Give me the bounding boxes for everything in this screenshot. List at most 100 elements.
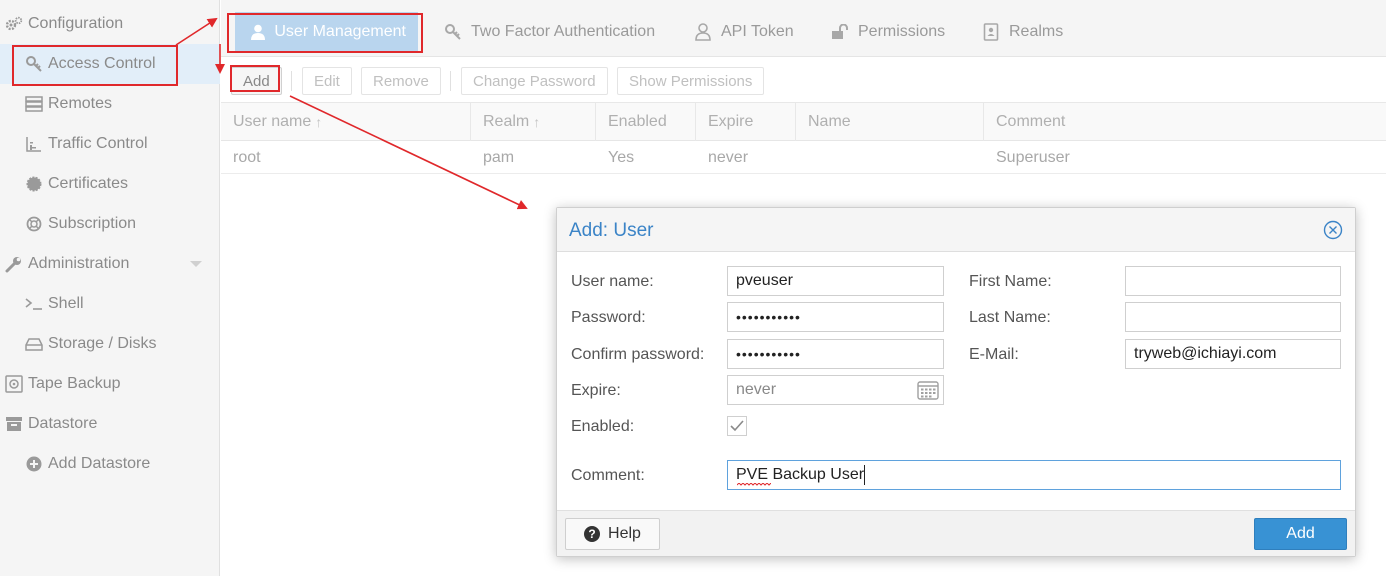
email-label: E-Mail: [969, 346, 1019, 363]
chevron-down-icon[interactable] [190, 261, 202, 267]
add-user-dialog: Add: User User name: pveuser Password: •… [556, 207, 1356, 557]
server-icon [24, 94, 44, 114]
sidebar-item-label: Remotes [48, 95, 113, 112]
spellcheck-underline [737, 483, 771, 486]
sidebar-item-configuration[interactable]: Configuration [0, 4, 220, 44]
enabled-checkbox[interactable] [727, 416, 747, 436]
change-password-button[interactable]: Change Password [461, 67, 608, 95]
add-button[interactable]: Add [231, 67, 282, 95]
sidebar-item-shell[interactable]: Shell [0, 284, 220, 324]
key-icon [443, 22, 463, 42]
tab-api-token[interactable]: API Token [693, 12, 794, 52]
tab-label: User Management [274, 23, 406, 40]
sidebar-item-label: Subscription [48, 215, 137, 232]
plus-circle-icon [24, 454, 44, 474]
sort-arrow-icon: ↑ [315, 114, 323, 130]
sidebar-item-access-control[interactable]: Access Control [0, 44, 220, 84]
sidebar-item-datastore[interactable]: Datastore [0, 404, 220, 444]
cell-expire: never [708, 148, 749, 166]
password-field[interactable]: ••••••••••• [727, 302, 944, 332]
show-permissions-button[interactable]: Show Permissions [617, 67, 765, 95]
dialog-footer: ? Help Add [557, 510, 1355, 556]
email-field[interactable]: tryweb@ichiayi.com [1125, 339, 1341, 369]
wrench-icon [4, 254, 24, 274]
column-header-expire[interactable]: Expire [696, 103, 796, 141]
toolbar: Add Edit Remove Change Password Show Per… [221, 57, 1386, 103]
remove-button[interactable]: Remove [361, 67, 441, 95]
column-header-comment[interactable]: Comment [984, 103, 1386, 141]
sidebar-item-label: Access Control [48, 55, 156, 72]
last-name-label: Last Name: [969, 309, 1051, 326]
column-header-name[interactable]: Name [796, 103, 984, 141]
sidebar-item-label: Configuration [28, 15, 124, 32]
tab-label: Two Factor Authentication [471, 23, 656, 40]
tab-label: API Token [721, 23, 794, 40]
expire-field[interactable]: never [727, 375, 944, 405]
toolbar-separator [450, 71, 451, 91]
tab-permissions[interactable]: Permissions [830, 12, 945, 52]
sort-arrow-icon: ↑ [533, 114, 541, 130]
sidebar-item-traffic-control[interactable]: Traffic Control [0, 124, 220, 164]
toolbar-separator [291, 71, 292, 91]
sidebar-item-administration[interactable]: Administration [0, 244, 220, 284]
password-label: Password: [571, 309, 646, 326]
confirm-password-field[interactable]: ••••••••••• [727, 339, 944, 369]
comment-label: Comment: [571, 467, 645, 484]
tab-user-management[interactable]: User Management [235, 12, 418, 52]
sidebar-item-add-datastore[interactable]: Add Datastore [0, 444, 220, 484]
unlock-icon [830, 22, 850, 42]
cell-comment: Superuser [996, 148, 1070, 166]
enabled-label: Enabled: [571, 418, 635, 435]
cell-realm: pam [483, 148, 515, 166]
tab-two-factor-authentication[interactable]: Two Factor Authentication [443, 12, 655, 52]
bar-chart-icon [24, 134, 44, 154]
archive-icon [4, 414, 24, 434]
table-row[interactable]: root pam Yes never Superuser [221, 141, 1386, 174]
expire-value: never [736, 381, 777, 398]
username-field[interactable]: pveuser [727, 266, 944, 296]
sidebar-item-label: Storage / Disks [48, 335, 157, 352]
submit-add-button[interactable]: Add [1254, 518, 1347, 550]
close-icon[interactable] [1323, 220, 1343, 240]
sidebar-item-subscription[interactable]: Subscription [0, 204, 220, 244]
terminal-icon [24, 294, 44, 314]
tab-realms[interactable]: Realms [981, 12, 1063, 52]
confirm-password-label: Confirm password: [571, 346, 705, 363]
sidebar-item-label: Tape Backup [28, 375, 121, 392]
tab-label: Realms [1009, 23, 1064, 40]
certificate-icon [24, 174, 44, 194]
sidebar-item-label: Shell [48, 295, 84, 312]
grid-header: User name ↑ Realm ↑ Enabled Expire Name Co… [221, 103, 1386, 141]
key-icon [24, 54, 44, 74]
lifebuoy-icon [24, 214, 44, 234]
first-name-field[interactable] [1125, 266, 1341, 296]
username-label: User name: [571, 273, 654, 290]
user-outline-icon [693, 22, 713, 42]
cell-username: root [233, 148, 261, 166]
text-caret [864, 465, 866, 485]
column-header-enabled[interactable]: Enabled [596, 103, 696, 141]
column-header-username[interactable]: User name ↑ [221, 103, 471, 141]
edit-button[interactable]: Edit [302, 67, 352, 95]
sidebar-item-tape-backup[interactable]: Tape Backup [0, 364, 220, 404]
tape-icon [4, 374, 24, 394]
sidebar-item-label: Certificates [48, 175, 129, 192]
address-book-icon [981, 22, 1001, 42]
tab-bar: User Management Two Factor Authenticatio… [221, 0, 1386, 57]
gears-icon [4, 14, 24, 34]
sidebar-item-certificates[interactable]: Certificates [0, 164, 220, 204]
first-name-label: First Name: [969, 273, 1052, 290]
sidebar-item-storage-disks[interactable]: Storage / Disks [0, 324, 220, 364]
sidebar-item-label: Datastore [28, 415, 98, 432]
hdd-icon [24, 334, 44, 354]
sidebar-item-label: Traffic Control [48, 135, 148, 152]
sidebar-item-label: Add Datastore [48, 455, 151, 472]
last-name-field[interactable] [1125, 302, 1341, 332]
help-button[interactable]: ? Help [565, 518, 660, 550]
sidebar: Configuration Access Control Remotes Tra… [0, 0, 220, 576]
column-header-realm[interactable]: Realm ↑ [471, 103, 596, 141]
sidebar-item-label: Administration [28, 255, 130, 272]
comment-field[interactable]: PVE Backup User [727, 460, 1341, 490]
calendar-icon[interactable] [917, 380, 939, 400]
sidebar-item-remotes[interactable]: Remotes [0, 84, 220, 124]
